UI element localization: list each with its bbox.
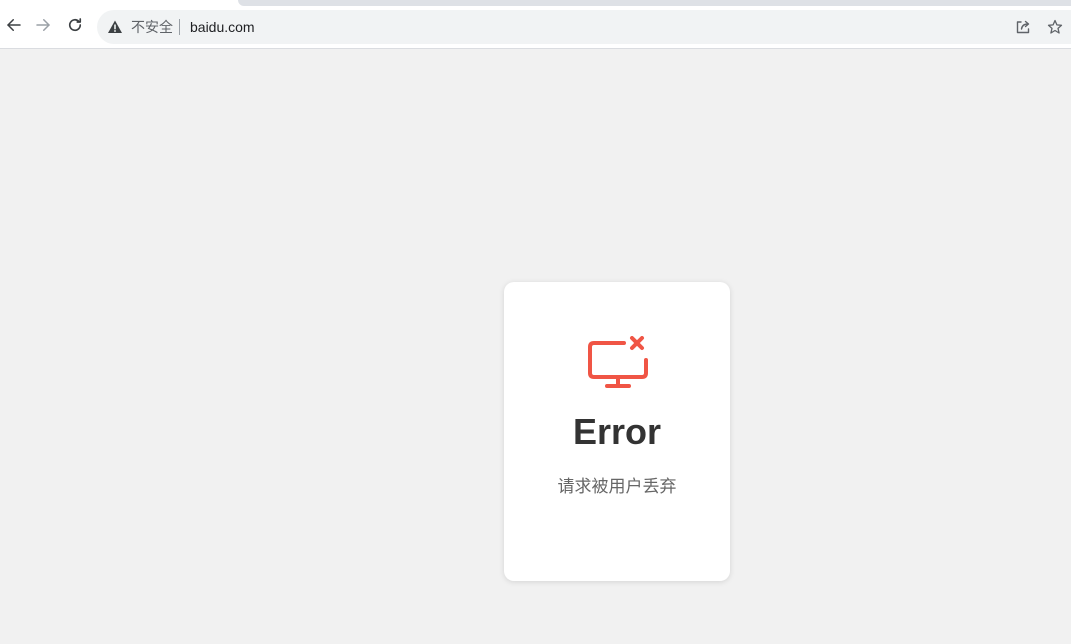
tab-strip-edge <box>238 0 1071 6</box>
forward-button[interactable] <box>29 11 57 39</box>
share-icon <box>1016 20 1030 34</box>
bookmark-button[interactable] <box>1046 18 1064 36</box>
arrow-right-icon <box>36 19 50 31</box>
arrow-left-icon <box>7 19 21 31</box>
browser-toolbar: 不安全 baidu.com <box>0 0 1071 49</box>
url-text[interactable]: baidu.com <box>190 18 255 36</box>
reload-icon <box>68 18 82 32</box>
star-icon <box>1047 19 1063 34</box>
error-card: Error 请求被用户丢弃 <box>504 282 730 581</box>
monitor-error-icon <box>588 336 648 388</box>
omnibox-separator <box>179 19 180 35</box>
address-bar[interactable]: 不安全 baidu.com <box>97 10 1071 44</box>
back-button[interactable] <box>0 11 28 39</box>
reload-button[interactable] <box>61 11 89 39</box>
warning-triangle-icon[interactable] <box>107 19 123 35</box>
error-title: Error <box>572 411 662 452</box>
share-button[interactable] <box>1014 18 1032 36</box>
security-label[interactable]: 不安全 <box>131 18 173 36</box>
error-message: 请求被用户丢弃 <box>557 477 677 496</box>
